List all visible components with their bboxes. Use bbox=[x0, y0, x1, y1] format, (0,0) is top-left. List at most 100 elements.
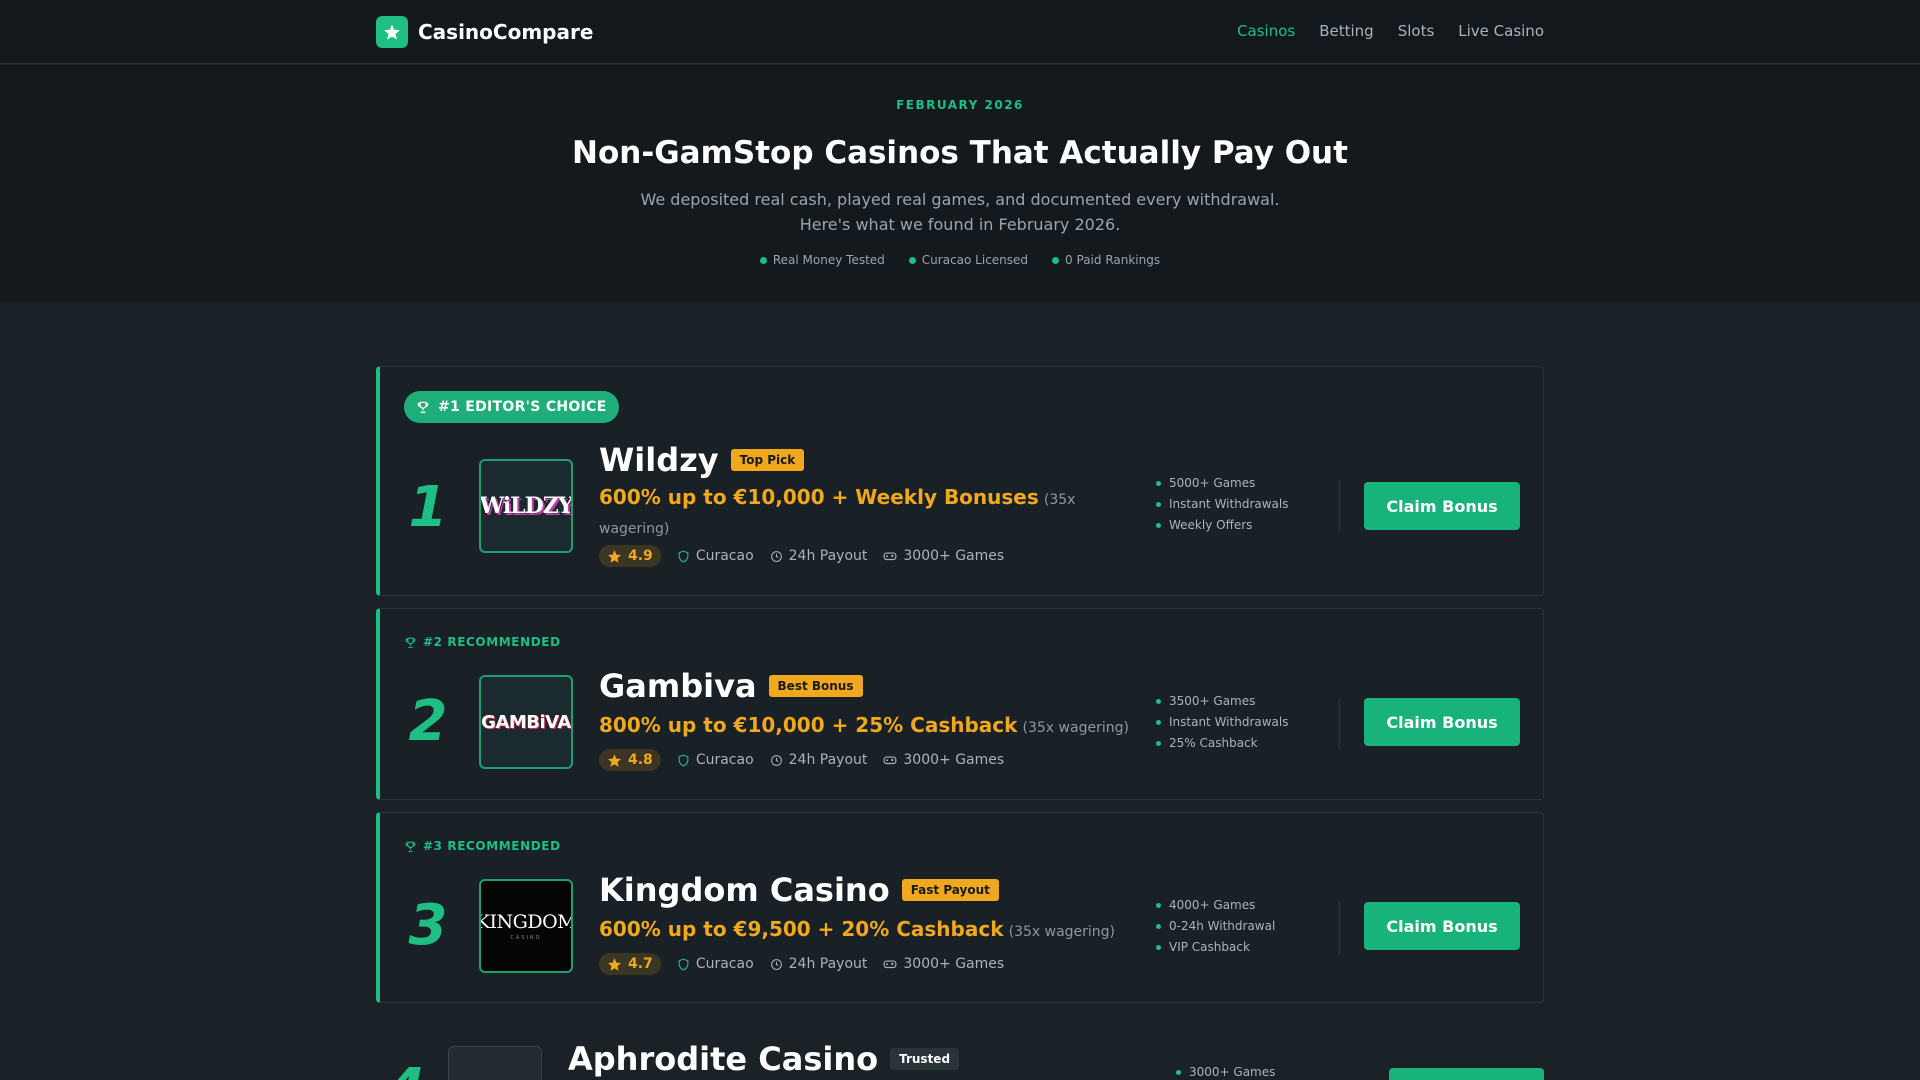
trust-tag: Real Money Tested bbox=[759, 253, 885, 267]
bullet-dot-icon bbox=[1156, 720, 1161, 725]
trust-tags: Real Money Tested Curacao Licensed 0 Pai… bbox=[0, 253, 1920, 267]
badge-label: #1 EDITOR'S CHOICE bbox=[438, 399, 607, 415]
clock-icon bbox=[770, 754, 782, 766]
claim-bonus-button[interactable]: Claim Bonus bbox=[1364, 698, 1520, 746]
trust-tag-label: Real Money Tested bbox=[772, 253, 885, 267]
bullet-dot-icon bbox=[1156, 523, 1161, 528]
feature-label: Instant Withdrawals bbox=[1169, 715, 1289, 729]
claim-bonus-button[interactable] bbox=[1389, 1068, 1544, 1080]
casino-name-row: Kingdom Casino Fast Payout bbox=[599, 871, 999, 909]
rating-value: 4.9 bbox=[628, 548, 653, 564]
payout-info: 24h Payout bbox=[770, 548, 868, 564]
casino-logo[interactable] bbox=[448, 1046, 542, 1080]
bullet-dot-icon bbox=[1156, 699, 1161, 704]
casino-name: Wildzy bbox=[599, 441, 719, 479]
casino-meta: 4.7 Curacao 24h Payout 3000+ Games bbox=[599, 953, 1004, 975]
bullet-dot-icon bbox=[1176, 1070, 1181, 1075]
casino-logo-text: KINGDOM bbox=[479, 911, 573, 933]
casino-name-row: Wildzy Top Pick bbox=[599, 441, 805, 479]
casino-tag: Top Pick bbox=[730, 449, 805, 471]
trust-tag-label: 0 Paid Rankings bbox=[1065, 253, 1161, 267]
casino-card-aphrodite: 4 Aphrodite Casino Trusted 3000+ Games bbox=[376, 1030, 1544, 1080]
editors-choice-badge: #1 EDITOR'S CHOICE bbox=[404, 391, 619, 423]
shield-icon bbox=[678, 754, 689, 767]
bullet-dot-icon bbox=[759, 256, 767, 264]
casino-tag: Fast Payout bbox=[901, 879, 999, 901]
casino-name-row: Gambiva Best Bonus bbox=[599, 667, 863, 705]
feature-item: Instant Withdrawals bbox=[1156, 712, 1288, 733]
payout-label: 24h Payout bbox=[788, 752, 868, 768]
trust-tag: 0 Paid Rankings bbox=[1052, 253, 1160, 267]
casino-logo[interactable]: WiLDZY bbox=[479, 459, 573, 553]
payout-label: 24h Payout bbox=[788, 956, 868, 972]
nav-live-casino[interactable]: Live Casino bbox=[1458, 22, 1544, 40]
bonus-offer-text: 800% up to €10,000 + 25% Cashback bbox=[599, 713, 1018, 737]
rank-number: 2 bbox=[408, 689, 448, 754]
star-icon bbox=[607, 753, 622, 767]
casino-name: Aphrodite Casino bbox=[568, 1040, 879, 1078]
feature-label: 0-24h Withdrawal bbox=[1169, 919, 1276, 933]
payout-info: 24h Payout bbox=[770, 752, 868, 768]
feature-item: Weekly Offers bbox=[1156, 515, 1288, 536]
rating-badge: 4.7 bbox=[599, 953, 661, 975]
wagering-note: (35x wagering) bbox=[1008, 924, 1116, 940]
hero-subtitle: We deposited real cash, played real game… bbox=[0, 187, 1920, 237]
brand[interactable]: CasinoCompare bbox=[376, 16, 593, 48]
license-label: Curacao bbox=[695, 956, 754, 972]
nav-casinos[interactable]: Casinos bbox=[1237, 22, 1295, 40]
feature-list: 4000+ Games 0-24h Withdrawal VIP Cashbac… bbox=[1156, 895, 1275, 958]
games-label: 3000+ Games bbox=[903, 548, 1005, 564]
bullet-dot-icon bbox=[1156, 741, 1161, 746]
bullet-dot-icon bbox=[1156, 924, 1161, 929]
bullet-dot-icon bbox=[1156, 903, 1161, 908]
license-info: Curacao bbox=[677, 956, 754, 972]
hero-section: FEBRUARY 2026 Non-GamStop Casinos That A… bbox=[0, 65, 1920, 302]
top-navbar: CasinoCompare Casinos Betting Slots Live… bbox=[0, 0, 1920, 64]
casino-meta: 4.8 Curacao 24h Payout 3000+ Games bbox=[599, 749, 1004, 771]
trophy-icon bbox=[417, 401, 429, 413]
casino-name: Gambiva bbox=[599, 667, 757, 705]
star-icon bbox=[607, 957, 622, 971]
casino-card-gambiva: #2 RECOMMENDED 2 GAMBiVA Gambiva Best Bo… bbox=[376, 608, 1544, 800]
bullet-dot-icon bbox=[1156, 481, 1161, 486]
nav-slots[interactable]: Slots bbox=[1398, 22, 1435, 40]
feature-label: Instant Withdrawals bbox=[1169, 497, 1289, 511]
rating-value: 4.7 bbox=[628, 956, 653, 972]
bonus-offer: 800% up to €10,000 + 25% Cashback (35x w… bbox=[599, 711, 1159, 742]
claim-bonus-button[interactable]: Claim Bonus bbox=[1364, 482, 1520, 530]
games-info: 3000+ Games bbox=[883, 548, 1004, 564]
feature-list: 3500+ Games Instant Withdrawals 25% Cash… bbox=[1156, 691, 1288, 754]
feature-list: 5000+ Games Instant Withdrawals Weekly O… bbox=[1156, 473, 1288, 536]
casino-meta: 4.9 Curacao 24h Payout 3000+ Games bbox=[599, 545, 1004, 567]
casino-logo[interactable]: KINGDOM CASINO bbox=[479, 879, 573, 973]
claim-bonus-button[interactable]: Claim Bonus bbox=[1364, 902, 1520, 950]
gamepad-icon bbox=[883, 960, 897, 969]
rank-number: 1 bbox=[408, 475, 448, 540]
bullet-dot-icon bbox=[908, 256, 916, 264]
casino-card-wildzy: #1 EDITOR'S CHOICE 1 WiLDZY Wildzy Top P… bbox=[376, 366, 1544, 596]
casino-tag: Trusted bbox=[890, 1048, 960, 1070]
trust-tag-label: Curacao Licensed bbox=[921, 253, 1029, 267]
gamepad-icon bbox=[883, 552, 897, 561]
rank-number: 3 bbox=[408, 893, 448, 958]
divider bbox=[1339, 480, 1340, 532]
payout-label: 24h Payout bbox=[788, 548, 868, 564]
feature-label: 5000+ Games bbox=[1169, 476, 1256, 490]
feature-label: 4000+ Games bbox=[1169, 898, 1256, 912]
feature-item: 3500+ Games bbox=[1156, 691, 1288, 712]
rating-value: 4.8 bbox=[628, 752, 653, 768]
page-title: Non-GamStop Casinos That Actually Pay Ou… bbox=[572, 135, 1348, 171]
trophy-icon bbox=[405, 637, 416, 648]
clock-icon bbox=[770, 550, 782, 562]
games-label: 3000+ Games bbox=[903, 956, 1005, 972]
nav-betting[interactable]: Betting bbox=[1319, 22, 1373, 40]
feature-item: Instant Withdrawals bbox=[1156, 494, 1288, 515]
divider bbox=[1339, 902, 1340, 954]
bonus-offer-text: 600% up to €10,000 + Weekly Bonuses bbox=[599, 485, 1039, 509]
payout-info: 24h Payout bbox=[770, 956, 868, 972]
casino-logo-text: WiLDZY bbox=[479, 493, 573, 519]
license-info: Curacao bbox=[677, 752, 754, 768]
license-label: Curacao bbox=[695, 548, 754, 564]
gamepad-icon bbox=[883, 756, 897, 765]
casino-logo[interactable]: GAMBiVA bbox=[479, 675, 573, 769]
